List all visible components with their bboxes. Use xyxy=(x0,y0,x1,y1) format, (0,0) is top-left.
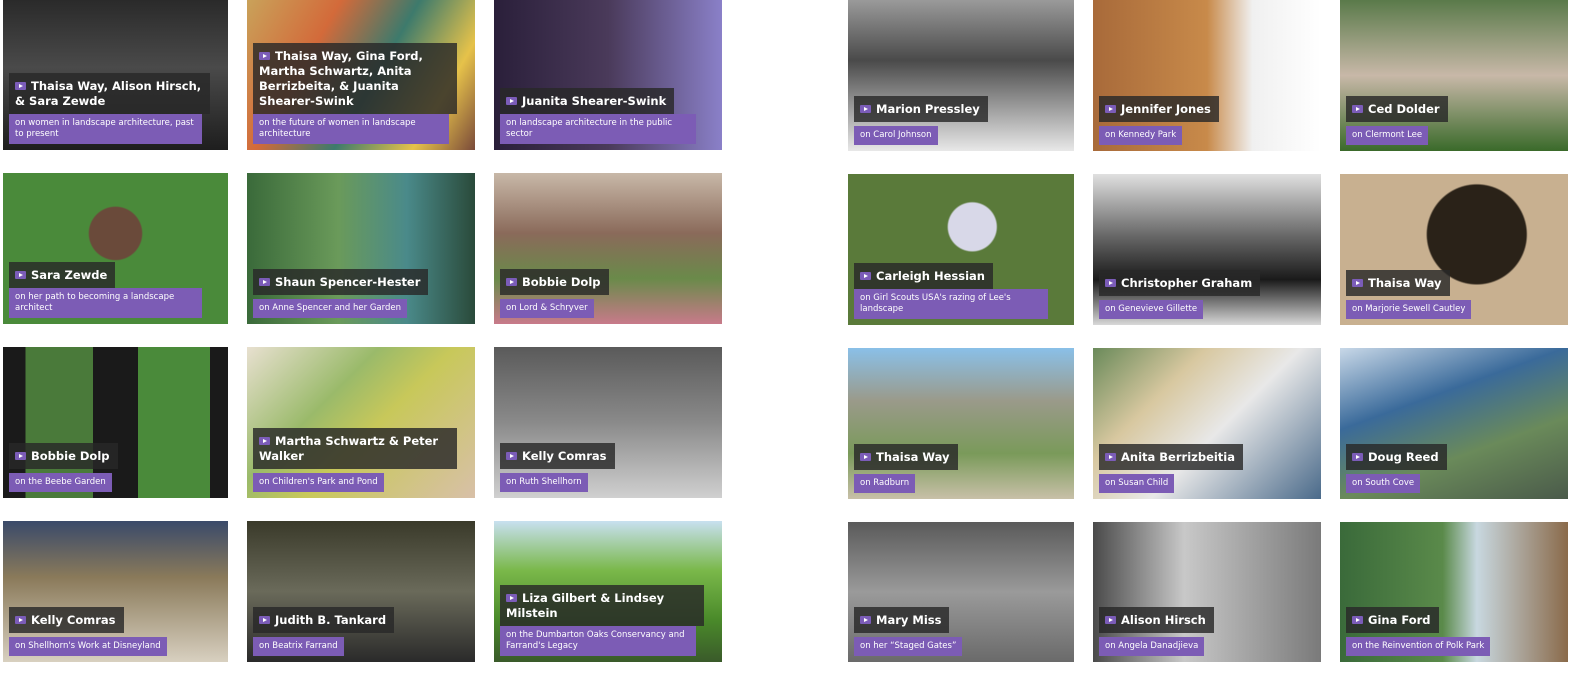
topic-label: on Angela Danadjieva xyxy=(1099,637,1205,656)
speaker-name: Thaisa Way xyxy=(876,450,950,464)
video-card[interactable]: Alison Hirsch on Angela Danadjieva xyxy=(1093,522,1321,662)
speaker-name: Thaisa Way xyxy=(1368,276,1442,290)
speaker-name: Juanita Shearer-Swink xyxy=(522,94,667,108)
topic-label: on her “Staged Gates” xyxy=(854,637,963,656)
topic-label: on the Dumbarton Oaks Conservancy and Fa… xyxy=(500,626,696,656)
topic-label: on Clermont Lee xyxy=(1346,126,1429,145)
speaker-name: Kelly Comras xyxy=(31,613,116,627)
topic-label: on Lord & Schryver xyxy=(500,299,594,318)
topic-label: on Carol Johnson xyxy=(854,126,938,145)
topic-label: on the Beebe Garden xyxy=(9,473,112,492)
topic-label: on the future of women in landscape arch… xyxy=(253,114,449,144)
video-card[interactable]: Anita Berrizbeitia on Susan Child xyxy=(1093,348,1321,499)
topic-label: on her path to becoming a landscape arch… xyxy=(9,288,203,318)
video-icon xyxy=(860,272,871,280)
video-icon xyxy=(259,616,270,624)
speaker-name: Christopher Graham xyxy=(1121,276,1253,290)
video-icon xyxy=(259,437,270,445)
topic-label: on women in landscape architecture, past… xyxy=(9,114,203,144)
video-card[interactable]: Judith B. Tankard on Beatrix Farrand xyxy=(247,521,475,662)
video-icon xyxy=(15,271,26,279)
video-icon xyxy=(1352,279,1363,287)
speaker-name: Ced Dolder xyxy=(1368,102,1440,116)
video-icon xyxy=(506,278,517,286)
video-icon xyxy=(1105,279,1116,287)
video-icon xyxy=(1352,105,1363,113)
speaker-name: Alison Hirsch xyxy=(1121,613,1206,627)
speaker-name: Marion Pressley xyxy=(876,102,980,116)
video-card[interactable]: Juanita Shearer-Swink on landscape archit… xyxy=(494,0,722,150)
topic-label: on Radburn xyxy=(854,474,916,493)
speaker-name: Shaun Spencer-Hester xyxy=(275,275,421,289)
speaker-name: Judith B. Tankard xyxy=(275,613,387,627)
topic-label: on Girl Scouts USA's razing of Lee's lan… xyxy=(854,289,1048,319)
speaker-name: Kelly Comras xyxy=(522,449,607,463)
video-card[interactable]: Kelly Comras on Ruth Shellhorn xyxy=(494,347,722,498)
topic-label: on Kennedy Park xyxy=(1099,126,1183,145)
video-card[interactable]: Thaisa Way, Alison Hirsch, & Sara Zewde o… xyxy=(3,0,228,150)
speaker-name: Bobbie Dolp xyxy=(31,449,110,463)
video-icon xyxy=(860,453,871,461)
video-card[interactable]: Christopher Graham on Genevieve Gillette xyxy=(1093,174,1321,325)
topic-label: on Children's Park and Pond xyxy=(253,473,384,492)
video-icon xyxy=(15,452,26,460)
video-card[interactable]: Thaisa Way on Radburn xyxy=(848,348,1074,499)
topic-label: on the Reinvention of Polk Park xyxy=(1346,637,1491,656)
video-card[interactable]: Carleigh Hessian on Girl Scouts USA's raz… xyxy=(848,174,1074,325)
speaker-name: Sara Zewde xyxy=(31,268,108,282)
video-card[interactable]: Kelly Comras on Shellhorn's Work at Disne… xyxy=(3,521,228,662)
video-card[interactable]: Doug Reed on South Cove xyxy=(1340,348,1568,499)
video-icon xyxy=(1105,453,1116,461)
speaker-name: Martha Schwartz & Peter Walker xyxy=(259,434,439,463)
video-icon xyxy=(506,97,517,105)
video-card[interactable]: Liza Gilbert & Lindsey Milstein on the Du… xyxy=(494,521,722,662)
video-icon xyxy=(860,616,871,624)
speaker-name: Gina Ford xyxy=(1368,613,1431,627)
topic-label: on Genevieve Gillette xyxy=(1099,300,1204,319)
video-icon xyxy=(259,278,270,286)
video-card[interactable]: Bobbie Dolp on Lord & Schryver xyxy=(494,173,722,324)
speaker-name: Carleigh Hessian xyxy=(876,269,985,283)
video-icon xyxy=(1105,616,1116,624)
topic-label: on Beatrix Farrand xyxy=(253,637,344,656)
video-icon xyxy=(506,452,517,460)
speaker-name: Jennifer Jones xyxy=(1121,102,1211,116)
video-icon xyxy=(1352,616,1363,624)
speaker-name: Bobbie Dolp xyxy=(522,275,601,289)
speaker-name: Anita Berrizbeitia xyxy=(1121,450,1236,464)
video-icon xyxy=(506,594,517,602)
topic-label: on Susan Child xyxy=(1099,474,1175,493)
video-icon xyxy=(259,52,270,60)
video-card[interactable]: Sara Zewde on her path to becoming a land… xyxy=(3,173,228,324)
topic-label: on South Cove xyxy=(1346,474,1421,493)
video-card[interactable]: Thaisa Way on Marjorie Sewell Cautley xyxy=(1340,174,1568,325)
topic-label: on Shellhorn's Work at Disneyland xyxy=(9,637,167,656)
video-icon xyxy=(860,105,871,113)
video-card[interactable]: Martha Schwartz & Peter Walker on Childre… xyxy=(247,347,475,498)
video-icon xyxy=(1105,105,1116,113)
video-icon xyxy=(1352,453,1363,461)
video-card[interactable]: Marion Pressley on Carol Johnson xyxy=(848,0,1074,151)
topic-label: on Marjorie Sewell Cautley xyxy=(1346,300,1472,319)
speaker-name: Thaisa Way, Alison Hirsch, & Sara Zewde xyxy=(15,79,202,108)
video-icon xyxy=(15,82,26,90)
video-icon xyxy=(15,616,26,624)
speaker-name: Liza Gilbert & Lindsey Milstein xyxy=(506,591,665,620)
video-card[interactable]: Bobbie Dolp on the Beebe Garden xyxy=(3,347,228,498)
speaker-name: Mary Miss xyxy=(876,613,942,627)
topic-label: on Anne Spencer and her Garden xyxy=(253,299,407,318)
topic-label: on landscape architecture in the public … xyxy=(500,114,696,144)
video-card[interactable]: Thaisa Way, Gina Ford, Martha Schwartz, … xyxy=(247,0,475,150)
video-card[interactable]: Jennifer Jones on Kennedy Park xyxy=(1093,0,1321,151)
video-card[interactable]: Ced Dolder on Clermont Lee xyxy=(1340,0,1568,151)
speaker-name: Thaisa Way, Gina Ford, Martha Schwartz, … xyxy=(259,49,423,108)
speaker-name: Doug Reed xyxy=(1368,450,1439,464)
video-card[interactable]: Gina Ford on the Reinvention of Polk Park xyxy=(1340,522,1568,662)
video-card[interactable]: Mary Miss on her “Staged Gates” xyxy=(848,522,1074,662)
video-card[interactable]: Shaun Spencer-Hester on Anne Spencer and … xyxy=(247,173,475,324)
topic-label: on Ruth Shellhorn xyxy=(500,473,588,492)
